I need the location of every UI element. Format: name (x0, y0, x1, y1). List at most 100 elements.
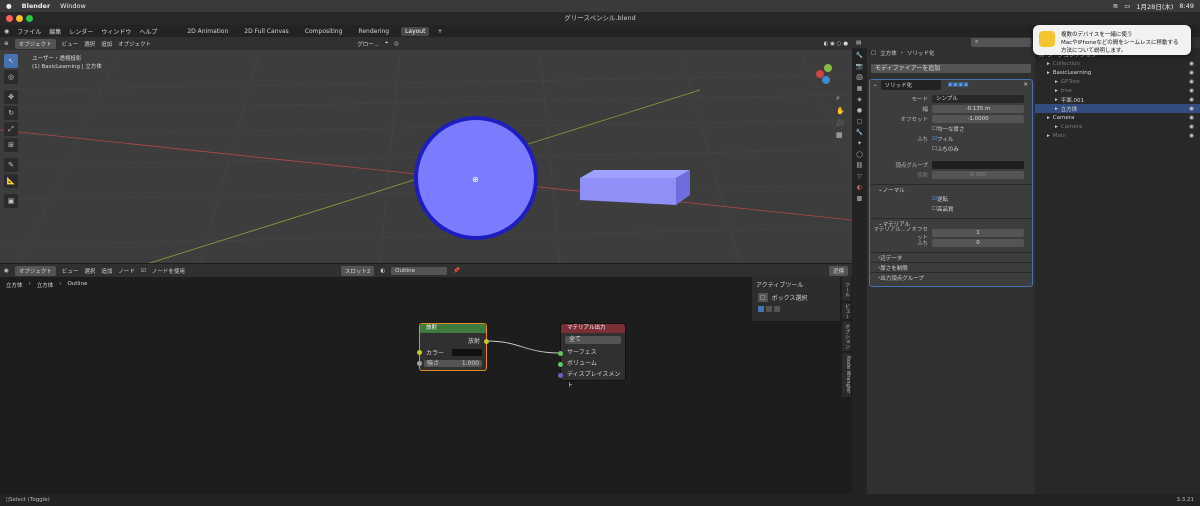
outliner-row[interactable]: ▸ BasicLearning ◉ (1035, 68, 1200, 77)
properties-search[interactable]: ⌕ (971, 38, 1031, 47)
outliner-row[interactable]: ▸ 平面.001 ◉ (1035, 95, 1200, 104)
color-in-socket[interactable] (417, 350, 422, 355)
visibility-eye-icon[interactable]: ◉ (1189, 88, 1194, 94)
material-offset-field[interactable]: 1 (932, 229, 1024, 237)
visibility-eye-icon[interactable]: ◉ (1189, 70, 1194, 76)
particles-tab-icon[interactable]: ✦ (857, 140, 862, 147)
visibility-eye-icon[interactable]: ◉ (1189, 115, 1194, 121)
add-cube-tool-icon[interactable]: ▣ (4, 194, 18, 208)
material-sphere-icon[interactable]: ◐ (380, 268, 385, 274)
editor-type-icon[interactable]: ⊕ (4, 41, 9, 47)
clock-date[interactable]: 1月28日(木) (1136, 1, 1173, 11)
menu-edit[interactable]: 編集 (49, 27, 61, 36)
view-layer-tab-icon[interactable]: ▦ (857, 85, 863, 92)
move-tool-icon[interactable]: ✥ (4, 90, 18, 104)
visibility-eye-icon[interactable]: ◉ (1189, 61, 1194, 67)
output-vertex-groups-section[interactable]: 出力頂点グループ (880, 274, 924, 282)
proportional-icon[interactable]: ◎ (394, 41, 399, 47)
tab-2d-full-canvas[interactable]: 2D Full Canvas (240, 27, 293, 36)
3d-viewport[interactable]: ⊕ ユーザー・透視投影 (1) BasicLearning | 立方体 ↖ ◎ … (0, 50, 852, 263)
modifier-tab-icon[interactable]: 🔧 (856, 129, 863, 136)
visibility-eye-icon[interactable]: ◉ (1189, 133, 1194, 139)
vp-menu-add[interactable]: 追加 (101, 40, 112, 48)
blender-logo-icon[interactable]: ◉ (4, 28, 9, 35)
tool-tab-icon[interactable]: 🔧 (856, 52, 863, 59)
window-menu[interactable]: Window (60, 2, 86, 10)
zoom-icon[interactable]: ⌕ (836, 94, 845, 103)
tab-compositing[interactable]: Compositing (301, 27, 347, 36)
zoom-window-button[interactable] (26, 15, 33, 22)
thickness-clamp-section[interactable]: 厚さを制限 (880, 264, 908, 272)
tab-rendering[interactable]: Rendering (354, 27, 393, 36)
shading-modes[interactable]: ◐ ◉ ○ ● (824, 41, 848, 47)
material-output-node[interactable]: マテリアル出力 全て サーフェス ボリューム ディスプレイスメント (558, 323, 626, 389)
menu-render[interactable]: レンダー (69, 27, 93, 36)
strength-in-socket[interactable] (417, 361, 422, 366)
node-editor-type-icon[interactable]: ◉ (4, 268, 9, 274)
node-mode-select[interactable]: オブジェクト (14, 265, 56, 276)
edge-data-section[interactable]: 辺データ (880, 254, 902, 262)
modifier-visibility-icons[interactable]: ▣▣▣▣ (948, 82, 969, 88)
node-menu-node[interactable]: ノード (118, 267, 135, 275)
object-tab-icon[interactable]: ▢ (857, 118, 863, 125)
handoff-notification[interactable]: 複数のデバイスを一緒に使う MacやiPhoneなどの間をシームレスに移動する … (1033, 25, 1191, 55)
surface-socket[interactable] (558, 351, 563, 356)
select-tool-icon[interactable]: ↖ (4, 54, 18, 68)
wifi-icon[interactable]: ≋ (1113, 2, 1118, 10)
node-menu-view[interactable]: ビュー (62, 267, 79, 275)
outliner-row[interactable]: ▸ Collection ◉ (1035, 59, 1200, 68)
select-mode-subtract[interactable] (774, 306, 780, 312)
output-target-select[interactable]: 全て (565, 336, 621, 344)
apple-icon[interactable]: ● (6, 2, 12, 10)
outliner-row[interactable]: ▸ Main ◉ (1035, 131, 1200, 140)
modifier-close-icon[interactable]: ✕ (1023, 82, 1028, 88)
minimize-window-button[interactable] (16, 15, 23, 22)
mode-select[interactable]: オブジェクト (14, 38, 56, 49)
emission-color-swatch[interactable] (452, 349, 482, 356)
transform-orientation[interactable]: グロー... (357, 40, 379, 48)
thickness-field[interactable]: -0.135 m (932, 105, 1024, 113)
tab-view[interactable]: ビュー (842, 303, 851, 319)
outliner-row[interactable]: ▸ 立方体 ◉ (1035, 104, 1200, 113)
camera-icon[interactable]: 🎥 (836, 119, 845, 127)
world-tab-icon[interactable]: ● (857, 107, 862, 114)
outliner-row[interactable]: ▸ tree ◉ (1035, 86, 1200, 95)
tab-tool[interactable]: ツール (842, 277, 851, 301)
snap-icon[interactable]: ⌖ (385, 40, 388, 47)
menu-window[interactable]: ウィンドウ (101, 27, 131, 36)
vertex-group-field[interactable] (932, 161, 1024, 169)
visibility-eye-icon[interactable]: ◉ (1189, 97, 1194, 103)
view-snap-select[interactable]: 近傍 (828, 265, 848, 276)
emission-node[interactable]: 放射 放射 カラー 強さ 1.000 (417, 323, 489, 371)
rotate-tool-icon[interactable]: ↻ (4, 106, 18, 120)
factor-field[interactable]: 0.000 (932, 171, 1024, 179)
menu-file[interactable]: ファイル (17, 27, 41, 36)
texture-tab-icon[interactable]: ▩ (857, 195, 863, 202)
annotate-tool-icon[interactable]: ✎ (4, 158, 18, 172)
battery-icon[interactable]: ▭ (1124, 2, 1130, 10)
data-tab-icon[interactable]: ▽ (857, 173, 862, 180)
volume-socket[interactable] (558, 362, 563, 367)
node-editor[interactable]: 立方体 › 立方体 › Outline 放射 放射 カラー 強さ 1.000 マテリ… (0, 277, 852, 494)
scene-tab-icon[interactable]: ◈ (857, 96, 862, 103)
physics-tab-icon[interactable]: ◯ (856, 151, 863, 158)
vp-menu-select[interactable]: 選択 (84, 40, 95, 48)
properties-editor-icon[interactable]: ▤ (856, 40, 861, 46)
menu-help[interactable]: ヘルプ (139, 27, 157, 36)
app-menu[interactable]: Blender (22, 2, 51, 10)
box-select-icon[interactable]: ▢ (758, 293, 768, 302)
modifier-name-input[interactable]: ソリッド化 (880, 80, 941, 90)
node-menu-select[interactable]: 選択 (84, 267, 95, 275)
displacement-socket[interactable] (558, 373, 563, 378)
material-name-field[interactable]: Outline (391, 266, 448, 275)
emission-out-socket[interactable] (484, 339, 489, 344)
use-nodes-checkbox[interactable]: ☑ (141, 268, 146, 274)
grid-icon[interactable]: ▦ (836, 131, 845, 139)
collapse-icon[interactable]: ⌄ (873, 82, 878, 88)
select-mode-new[interactable] (758, 306, 764, 312)
visibility-eye-icon[interactable]: ◉ (1189, 79, 1194, 85)
rim-offset-field[interactable]: 0 (932, 239, 1024, 247)
constraints-tab-icon[interactable]: ⛓ (856, 162, 864, 169)
cursor-tool-icon[interactable]: ◎ (4, 70, 18, 84)
outliner-row[interactable]: ▸ Camera ◉ (1035, 113, 1200, 122)
